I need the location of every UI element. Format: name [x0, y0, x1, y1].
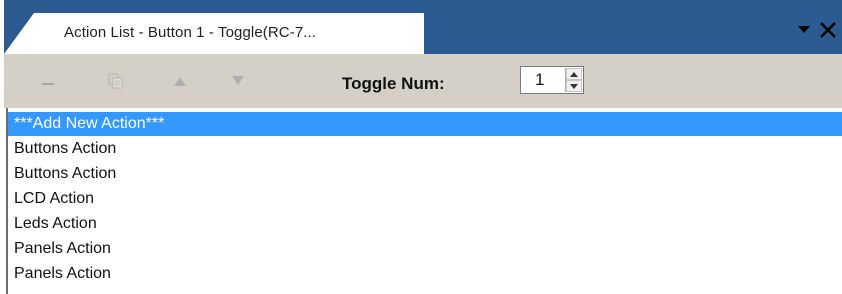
list-item[interactable]: Buttons Action [8, 162, 842, 186]
chevron-down-icon [570, 83, 578, 89]
chevron-up-icon [570, 71, 578, 77]
decrement-button[interactable] [566, 80, 582, 92]
increment-button[interactable] [566, 68, 582, 80]
tab-title: Action List - Button 1 - Toggle(RC-7... [64, 24, 317, 41]
close-icon[interactable] [820, 22, 836, 38]
list-item[interactable]: LCD Action [8, 187, 842, 211]
action-list[interactable]: ***Add New Action*** Buttons Action Butt… [6, 108, 842, 294]
toggle-num-label: Toggle Num: [342, 74, 445, 93]
list-item-add-new-action[interactable]: ***Add New Action*** [8, 112, 842, 136]
toggle-num-stepper[interactable]: 1 [520, 66, 584, 94]
list-item[interactable]: Panels Action [8, 262, 842, 286]
list-item[interactable]: Buttons Action [8, 137, 842, 161]
list-item[interactable]: Leds Action [8, 212, 842, 236]
list-item[interactable]: Panels Action [8, 237, 842, 261]
action-list-window: Action List - Button 1 - Toggle(RC-7... [0, 0, 842, 294]
move-up-icon[interactable] [168, 70, 192, 92]
title-controls [798, 22, 836, 38]
copy-icon[interactable] [104, 70, 128, 92]
title-bar: Action List - Button 1 - Toggle(RC-7... [4, 0, 842, 54]
remove-icon[interactable] [36, 70, 60, 92]
move-down-icon[interactable] [226, 70, 250, 92]
triangle-down-icon[interactable] [798, 26, 810, 34]
toolbar: Toggle Num: 1 [4, 54, 842, 108]
stepper-buttons [565, 68, 582, 92]
toggle-num-value[interactable]: 1 [535, 70, 544, 90]
